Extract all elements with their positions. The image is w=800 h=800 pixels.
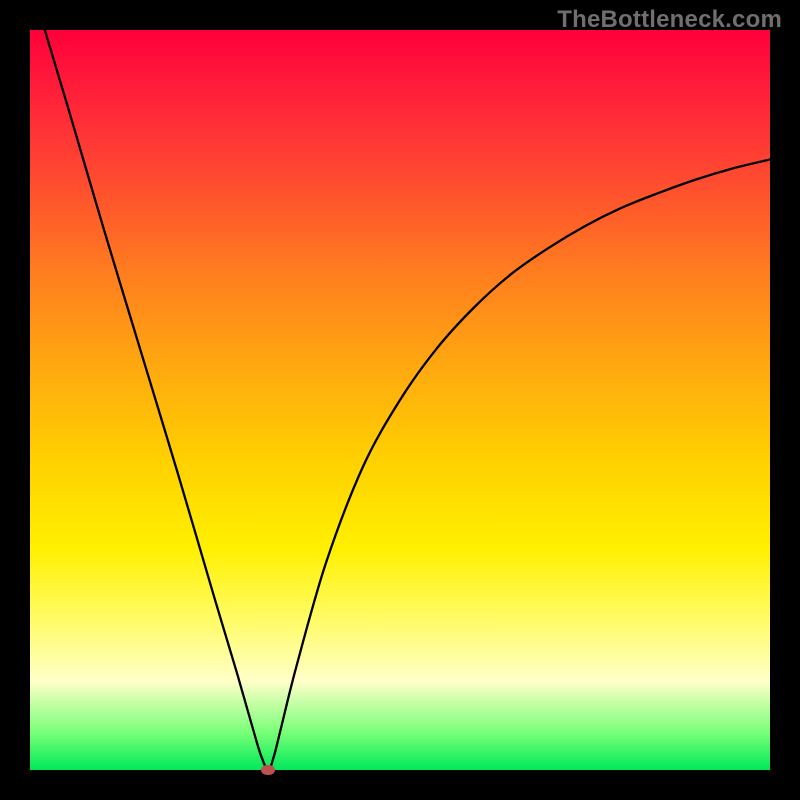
chart-container: TheBottleneck.com <box>0 0 800 800</box>
curve-svg <box>30 30 770 770</box>
minimum-marker <box>261 765 275 775</box>
bottleneck-curve <box>45 30 770 770</box>
plot-area <box>30 30 770 770</box>
